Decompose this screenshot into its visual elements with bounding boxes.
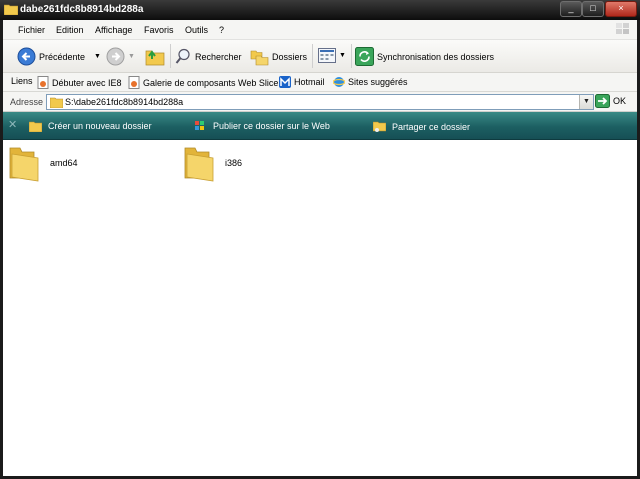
address-input[interactable] <box>65 95 565 109</box>
menu-bar: Fichier Edition Affichage Favoris Outils… <box>3 20 637 40</box>
link-label: Débuter avec IE8 <box>52 77 122 88</box>
address-label: Adresse <box>10 97 44 107</box>
link-ie8[interactable]: Débuter avec IE8 <box>37 76 122 89</box>
links-label: Liens <box>11 76 33 86</box>
folder-icon <box>9 147 39 182</box>
go-arrow-icon <box>595 94 610 108</box>
standard-toolbar: Précédente ▼ ▼ Rechercher Dossiers ▼ Syn… <box>3 40 637 73</box>
folders-label: Dossiers <box>272 51 308 62</box>
windows-logo-icon <box>616 23 629 34</box>
file-list: amd64 i386 <box>3 140 637 476</box>
address-field-box: ▼ <box>46 94 594 110</box>
task-label: Publier ce dossier sur le Web <box>213 121 330 131</box>
ie-page-icon <box>37 76 49 89</box>
folder-item[interactable]: amd64 <box>8 144 78 182</box>
publish-web-icon <box>195 121 204 130</box>
back-arrow-icon <box>17 47 36 66</box>
link-hotmail[interactable]: Hotmail <box>279 76 325 88</box>
back-label: Précédente <box>39 51 86 62</box>
menu-outils[interactable]: Outils <box>185 25 208 35</box>
forward-button[interactable]: ▼ <box>106 47 135 66</box>
back-button[interactable]: Précédente ▼ <box>17 47 101 66</box>
search-icon <box>175 48 190 64</box>
menu-favoris[interactable]: Favoris <box>144 25 174 35</box>
forward-arrow-icon <box>106 47 125 66</box>
chevron-down-icon[interactable]: ▼ <box>339 52 346 59</box>
chevron-down-icon[interactable]: ▼ <box>128 53 135 60</box>
menu-edition[interactable]: Edition <box>56 25 84 35</box>
folders-icon <box>250 50 269 66</box>
link-label: Galerie de composants Web Slice <box>143 77 279 88</box>
links-bar: Liens Débuter avec IE8 Galerie de compos… <box>3 73 637 92</box>
maximize-button[interactable]: □ <box>582 1 604 17</box>
folder-name: amd64 <box>50 158 78 168</box>
go-label: OK <box>613 96 627 106</box>
folder-name: i386 <box>225 158 243 168</box>
close-button[interactable]: × <box>605 1 637 17</box>
toolbar-separator <box>351 44 352 68</box>
folder-icon <box>4 4 18 15</box>
search-button[interactable]: Rechercher <box>175 48 242 65</box>
share-folder-icon <box>373 121 386 132</box>
toolbar-separator <box>312 44 313 68</box>
address-dropdown-button[interactable]: ▼ <box>579 95 593 109</box>
close-icon[interactable]: ✕ <box>8 118 17 131</box>
task-share-folder[interactable]: Partager ce dossier <box>373 120 470 133</box>
task-label: Partager ce dossier <box>392 121 471 132</box>
up-folder-icon <box>145 50 165 66</box>
task-label: Créer un nouveau dossier <box>48 121 152 131</box>
ie-page-icon <box>128 76 140 89</box>
menu-affichage[interactable]: Affichage <box>95 25 132 35</box>
link-web-slice[interactable]: Galerie de composants Web Slice <box>128 76 278 89</box>
search-label: Rechercher <box>195 51 242 62</box>
explorer-client: Fichier Edition Affichage Favoris Outils… <box>3 20 637 476</box>
toolbar-separator <box>170 44 171 68</box>
minimize-button[interactable]: _ <box>560 1 582 17</box>
sync-label: Synchronisation des dossiers <box>377 51 495 62</box>
sync-folders-button[interactable]: Synchronisation des dossiers <box>355 47 494 66</box>
folder-icon <box>184 147 214 182</box>
ie-logo-icon <box>333 77 345 87</box>
title-bar[interactable]: dabe261fdc8b8914bd288a _ □ × <box>0 0 640 20</box>
sync-icon <box>355 47 374 66</box>
link-label: Sites suggérés <box>348 77 408 87</box>
menu-help[interactable]: ? <box>219 25 224 35</box>
explorer-window: dabe261fdc8b8914bd288a _ □ × Fichier Edi… <box>0 0 640 479</box>
chevron-down-icon: ▼ <box>583 98 590 105</box>
link-label: Hotmail <box>294 77 325 87</box>
task-publish-web[interactable]: Publier ce dossier sur le Web <box>193 120 330 132</box>
address-bar: Adresse ▼ OK <box>3 92 637 112</box>
link-suggested-sites[interactable]: Sites suggérés <box>333 76 408 88</box>
views-button[interactable]: ▼ <box>318 48 346 63</box>
new-folder-icon <box>29 121 42 132</box>
folder-tasks-bar: ✕ Créer un nouveau dossier Publier ce do… <box>3 112 637 140</box>
hotmail-icon <box>279 76 291 88</box>
go-button[interactable]: OK <box>595 94 626 108</box>
views-icon <box>318 48 336 63</box>
menu-fichier[interactable]: Fichier <box>18 25 45 35</box>
up-folder-button[interactable] <box>144 45 166 67</box>
folder-item[interactable]: i386 <box>183 144 242 182</box>
task-new-folder[interactable]: Créer un nouveau dossier <box>29 120 152 132</box>
window-title: dabe261fdc8b8914bd288a <box>20 4 144 15</box>
folder-icon <box>50 97 63 108</box>
chevron-down-icon[interactable]: ▼ <box>94 53 101 60</box>
folders-button[interactable]: Dossiers <box>250 47 307 66</box>
